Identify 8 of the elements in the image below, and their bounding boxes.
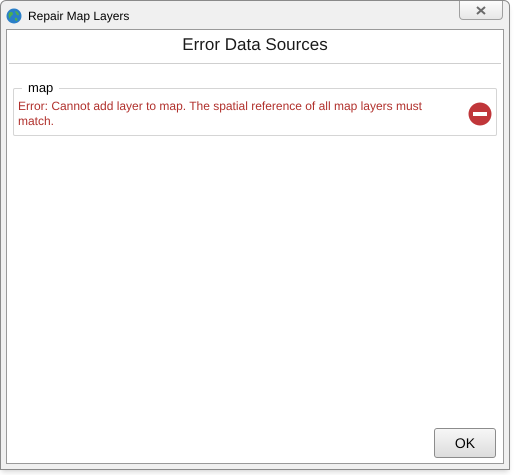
error-message: Error: Cannot add layer to map. The spatial reference of all map layers must match. <box>18 98 423 128</box>
window-title: Repair Map Layers <box>28 8 130 25</box>
globe-icon <box>6 8 22 24</box>
close-button[interactable] <box>459 1 503 20</box>
dialog-heading: Error Data Sources <box>9 30 501 64</box>
ok-button[interactable]: OK <box>434 428 496 458</box>
close-icon <box>476 6 486 14</box>
error-icon <box>468 102 492 126</box>
